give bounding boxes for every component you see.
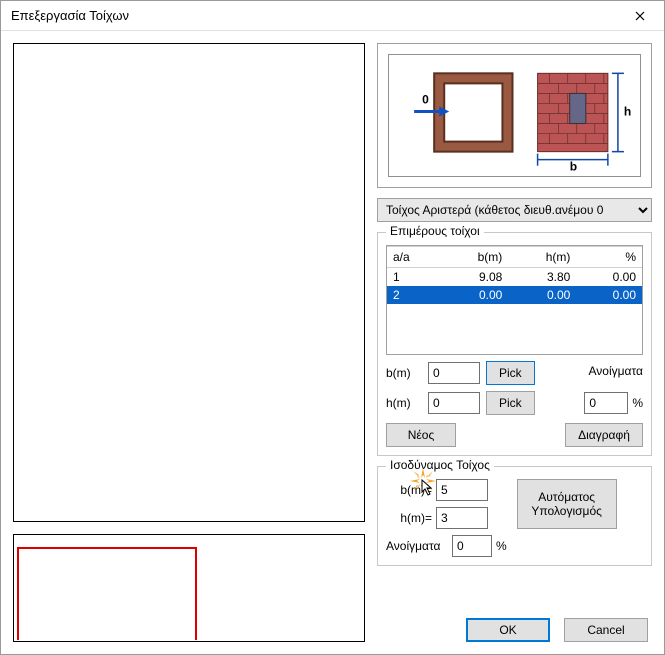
ok-button[interactable]: OK — [466, 618, 550, 642]
subwalls-group-title: Επιμέρους τοίχοι — [386, 224, 484, 238]
pick-b-button[interactable]: Pick — [486, 361, 535, 385]
eq-bm-label: b(m)= — [386, 483, 432, 497]
eq-openings-label: Ανοίγματα — [386, 539, 448, 553]
left-pane — [13, 43, 365, 642]
wall-outline — [17, 547, 197, 640]
h-label: h — [624, 105, 631, 119]
arrow-label: 0 — [422, 92, 429, 106]
col-pct[interactable]: % — [576, 247, 642, 268]
eq-bm-input[interactable] — [436, 479, 488, 501]
cancel-button[interactable]: Cancel — [564, 618, 648, 642]
hm-input[interactable] — [428, 392, 480, 414]
wall-diagram: 0 — [389, 55, 640, 176]
openings-pct: % — [632, 396, 643, 410]
table-row[interactable]: 2 0.00 0.00 0.00 — [387, 286, 642, 304]
close-icon — [635, 11, 645, 21]
dialog-window: Επεξεργασία Τοίχων — [0, 0, 665, 655]
col-h[interactable]: h(m) — [508, 247, 576, 268]
preview-canvas — [13, 534, 365, 642]
auto-calc-button[interactable]: Αυτόματος Υπολογισμός — [517, 479, 617, 529]
wall-selector[interactable]: Τοίχος Αριστερά (κάθετος διευθ.ανέμου 0 — [377, 198, 652, 222]
main-canvas — [13, 43, 365, 522]
right-pane: 0 — [377, 43, 652, 642]
diagram-box: 0 — [377, 43, 652, 188]
window-title: Επεξεργασία Τοίχων — [11, 8, 129, 23]
openings-label: Ανοίγματα — [589, 364, 644, 378]
b-label: b — [570, 160, 577, 174]
subwalls-table[interactable]: a/a b(m) h(m) % 1 9.08 3.80 0.00 — [387, 246, 642, 304]
dialog-buttons: OK Cancel — [466, 618, 648, 642]
eq-openings-input[interactable] — [452, 535, 492, 557]
close-button[interactable] — [618, 2, 662, 30]
delete-button[interactable]: Διαγραφή — [565, 423, 643, 447]
bm-label: b(m) — [386, 366, 422, 380]
col-id[interactable]: a/a — [387, 247, 440, 268]
subwalls-group: Επιμέρους τοίχοι a/a b(m) h(m) % — [377, 232, 652, 456]
equivalent-wall-group: Ισοδύναμος Τοίχος b(m)= h(m)= Ανοίγματα — [377, 466, 652, 566]
titlebar: Επεξεργασία Τοίχων — [1, 1, 664, 31]
col-b[interactable]: b(m) — [440, 247, 508, 268]
openings-input[interactable] — [584, 392, 628, 414]
wall-selector-row: Τοίχος Αριστερά (κάθετος διευθ.ανέμου 0 — [377, 198, 652, 222]
eq-hm-label: h(m)= — [386, 511, 432, 525]
bm-input[interactable] — [428, 362, 480, 384]
table-row[interactable]: 1 9.08 3.80 0.00 — [387, 268, 642, 287]
pick-h-button[interactable]: Pick — [486, 391, 535, 415]
content-area: 0 — [1, 31, 664, 654]
eq-group-title: Ισοδύναμος Τοίχος — [386, 458, 494, 472]
subwalls-table-box: a/a b(m) h(m) % 1 9.08 3.80 0.00 — [386, 245, 643, 355]
eq-openings-pct: % — [496, 539, 507, 553]
hm-label: h(m) — [386, 396, 422, 410]
new-button[interactable]: Νέος — [386, 423, 456, 447]
eq-hm-input[interactable] — [436, 507, 488, 529]
